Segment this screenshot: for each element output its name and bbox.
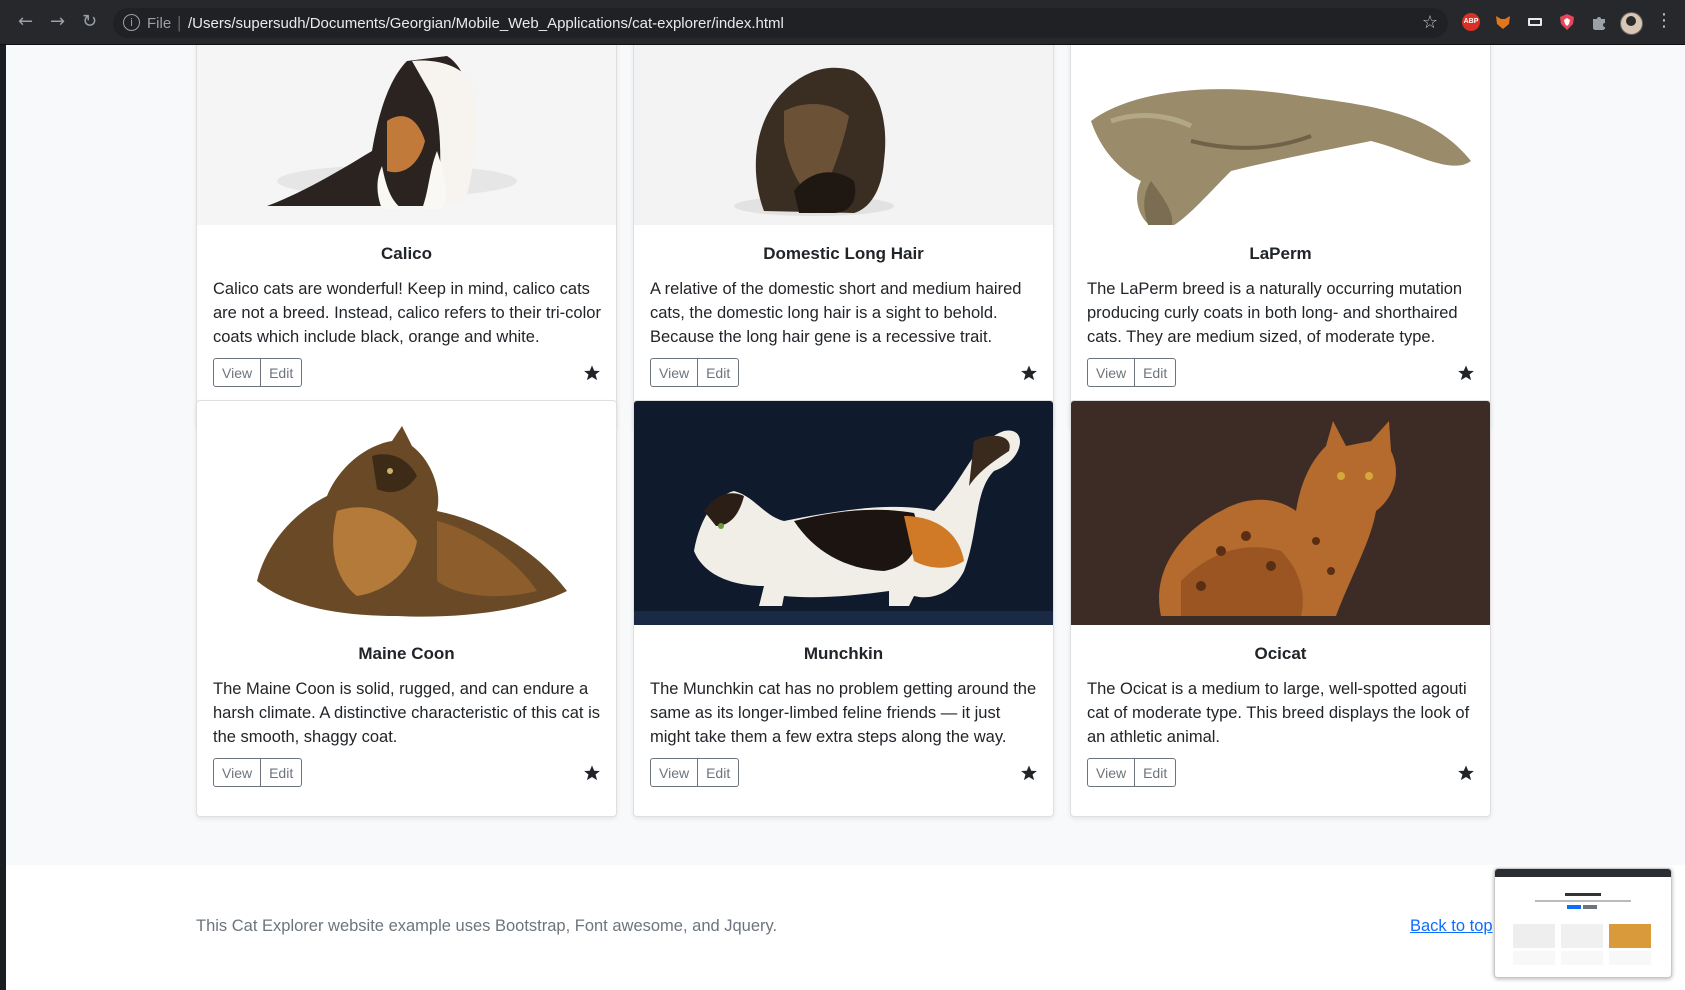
star-icon[interactable] — [583, 764, 601, 782]
page-footer: This Cat Explorer website example uses B… — [6, 865, 1685, 990]
cat-image-maine-coon — [197, 401, 616, 625]
cat-card: Ocicat The Ocicat is a medium to large, … — [1070, 400, 1491, 817]
fox-extension-icon[interactable] — [1494, 13, 1512, 31]
url-text[interactable]: /Users/supersudh/Documents/Georgian/Mobi… — [188, 15, 784, 32]
bookmark-star-icon[interactable]: ☆ — [1422, 12, 1438, 33]
edit-button[interactable]: Edit — [1135, 358, 1177, 387]
star-icon[interactable] — [1020, 364, 1038, 382]
card-button-group: View Edit — [213, 358, 303, 389]
back-to-top-link[interactable]: Back to top — [1410, 917, 1493, 936]
puzzle-extensions-icon[interactable] — [1590, 13, 1608, 31]
card-title: Ocicat — [1254, 644, 1307, 663]
view-button[interactable]: View — [1087, 358, 1136, 387]
profile-avatar[interactable] — [1620, 12, 1643, 35]
footer-text: This Cat Explorer website example uses B… — [196, 917, 778, 935]
star-icon[interactable] — [1457, 364, 1475, 382]
url-separator: | — [177, 13, 182, 32]
edit-button[interactable]: Edit — [261, 358, 303, 387]
screenshot-thumbnail[interactable] — [1494, 868, 1672, 978]
more-menu-icon[interactable]: ⋮ — [1655, 10, 1673, 31]
edit-button[interactable]: Edit — [698, 758, 740, 787]
adblock-label: ABP — [1463, 18, 1479, 25]
card-button-group: View Edit — [1087, 358, 1177, 389]
card-text: The Maine Coon is solid, rugged, and can… — [213, 680, 600, 746]
card-text: A relative of the domestic short and med… — [650, 280, 1022, 346]
cast-extension-icon[interactable] — [1526, 13, 1544, 31]
cat-card: Calico Calico cats are wonderful! Keep i… — [196, 45, 617, 429]
view-button[interactable]: View — [1087, 758, 1136, 787]
cat-card: Domestic Long Hair A relative of the dom… — [633, 45, 1054, 429]
view-button[interactable]: View — [650, 358, 699, 387]
card-button-group: View Edit — [213, 758, 303, 789]
reload-icon[interactable]: ↻ — [82, 11, 97, 32]
card-text: The Munchkin cat has no problem getting … — [650, 680, 1037, 746]
cat-card: Maine Coon The Maine Coon is solid, rugg… — [196, 400, 617, 817]
shield-extension-icon[interactable] — [1558, 13, 1576, 31]
url-scheme-label: File — [147, 15, 172, 32]
back-arrow-icon[interactable]: ← — [18, 11, 33, 32]
view-button[interactable]: View — [650, 758, 699, 787]
card-button-group: View Edit — [650, 358, 740, 389]
card-text: The Ocicat is a medium to large, well-sp… — [1087, 680, 1470, 746]
star-icon[interactable] — [1020, 764, 1038, 782]
site-info-icon[interactable]: i — [123, 14, 140, 31]
card-title: Domestic Long Hair — [763, 244, 924, 263]
cat-card: Munchkin The Munchkin cat has no problem… — [633, 400, 1054, 817]
cat-image-munchkin — [634, 401, 1053, 625]
page-viewport: Calico Calico cats are wonderful! Keep i… — [6, 45, 1685, 990]
cat-image-ocicat — [1071, 401, 1490, 625]
edit-button[interactable]: Edit — [698, 358, 740, 387]
adblock-extension-icon[interactable]: ABP — [1462, 13, 1480, 31]
forward-arrow-icon[interactable]: → — [50, 11, 65, 32]
star-icon[interactable] — [1457, 764, 1475, 782]
cat-image-calico — [197, 45, 616, 225]
edit-button[interactable]: Edit — [261, 758, 303, 787]
card-button-group: View Edit — [650, 758, 740, 789]
edit-button[interactable]: Edit — [1135, 758, 1177, 787]
view-button[interactable]: View — [213, 758, 262, 787]
card-button-group: View Edit — [1087, 758, 1177, 789]
cat-image-domestic-long-hair — [634, 45, 1053, 225]
cat-image-laperm — [1071, 45, 1490, 225]
card-text: The LaPerm breed is a naturally occurrin… — [1087, 280, 1463, 346]
card-text: Calico cats are wonderful! Keep in mind,… — [213, 280, 601, 346]
card-title: Calico — [380, 244, 433, 263]
cat-card: LaPerm The LaPerm breed is a naturally o… — [1070, 45, 1491, 429]
address-bar[interactable]: i File | /Users/supersudh/Documents/Geor… — [113, 8, 1448, 38]
browser-toolbar: ← → ↻ i File | /Users/supersudh/Document… — [0, 0, 1685, 45]
card-title: Munchkin — [803, 644, 884, 663]
card-title: Maine Coon — [358, 644, 455, 663]
star-icon[interactable] — [583, 364, 601, 382]
view-button[interactable]: View — [213, 358, 262, 387]
card-title: LaPerm — [1249, 244, 1312, 263]
